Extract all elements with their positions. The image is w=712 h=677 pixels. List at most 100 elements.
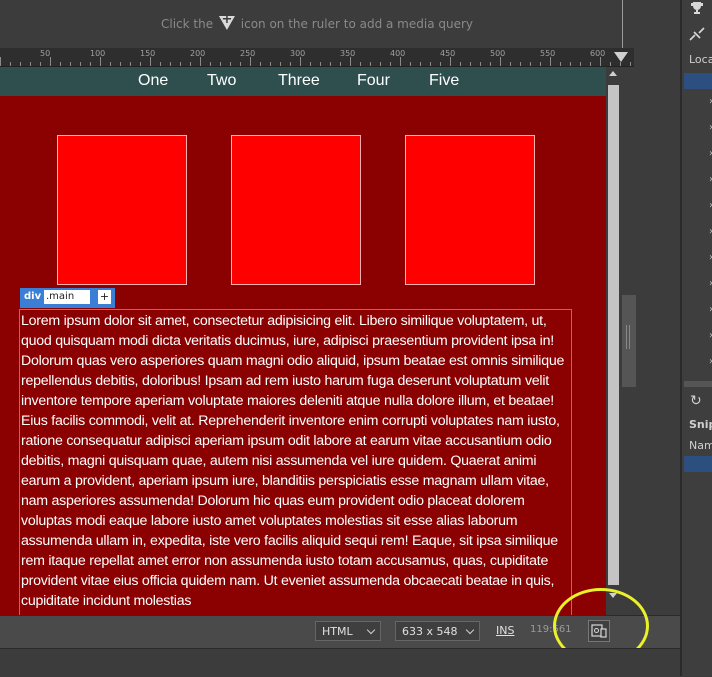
nav-item-one[interactable]: One — [138, 72, 168, 90]
selected-snippet-row[interactable] — [684, 456, 712, 472]
ruler-tick — [630, 62, 631, 66]
ruler-tick — [230, 62, 231, 66]
viewport-width-line — [622, 0, 623, 48]
ruler-label: 100 — [90, 49, 106, 58]
ruler-label: 300 — [290, 49, 306, 58]
ruler-tick — [160, 62, 161, 66]
ruler-tick — [270, 62, 271, 66]
ruler-tick — [110, 62, 111, 66]
main-paragraph[interactable]: Lorem ipsum dolor sit amet, consectetur … — [21, 311, 573, 611]
red-box-3[interactable] — [405, 135, 535, 285]
locations-label: Loca — [689, 53, 712, 66]
insert-mode-indicator[interactable]: INS — [496, 624, 514, 637]
ruler-tick — [70, 62, 71, 66]
design-vertical-scrollbar[interactable] — [606, 67, 621, 615]
ruler-tick — [440, 62, 441, 66]
ruler-tick — [400, 57, 401, 66]
media-query-hint: Click the icon on the ruler to add a med… — [0, 16, 634, 31]
document-type-value: HTML — [322, 625, 353, 638]
disconnect-icon[interactable] — [688, 26, 706, 42]
ruler-tick — [570, 62, 571, 66]
ruler-tick — [330, 62, 331, 66]
ruler-tick — [280, 62, 281, 66]
ruler-tick — [340, 62, 341, 66]
chevron-down-icon — [465, 625, 475, 635]
ruler-tick — [240, 62, 241, 66]
ruler-tick — [140, 62, 141, 66]
panel-scrollbar[interactable] — [684, 381, 712, 387]
snippets-label[interactable]: Snipp — [689, 418, 712, 431]
add-media-query-icon — [218, 16, 235, 30]
ruler-label: 50 — [40, 49, 51, 58]
ruler-tick — [310, 62, 311, 66]
ruler-label: 600 — [590, 49, 606, 58]
hint-text-end: icon on the ruler to add a media query — [240, 17, 473, 31]
ruler-tick — [410, 62, 411, 66]
ruler-tick — [20, 62, 21, 66]
nav-item-three[interactable]: Three — [278, 72, 320, 90]
ruler-tick — [620, 62, 621, 66]
ruler-tick — [560, 62, 561, 66]
ruler-tick — [610, 62, 611, 66]
selected-location-row[interactable] — [684, 73, 712, 89]
hint-text-start: Click the — [161, 17, 214, 31]
nav-item-two[interactable]: Two — [207, 72, 236, 90]
ruler-tick — [260, 62, 261, 66]
ruler-tick — [10, 62, 11, 66]
ruler-tick — [200, 57, 201, 66]
ruler-tick — [520, 62, 521, 66]
grip-icon — [626, 325, 627, 349]
ruler-tick — [450, 57, 451, 66]
ruler-tick — [550, 57, 551, 66]
chevron-down-icon — [366, 625, 376, 635]
ruler-tick — [50, 57, 51, 66]
ruler-tick — [290, 62, 291, 66]
ruler-tick — [210, 62, 211, 66]
ruler-tick — [30, 62, 31, 66]
ruler-tick — [480, 62, 481, 66]
ruler-label: 550 — [540, 49, 556, 58]
add-class-button[interactable]: + — [98, 290, 111, 304]
ruler-tick — [470, 62, 471, 66]
ruler-tick — [80, 62, 81, 66]
ruler-tick — [0, 57, 1, 66]
scroll-up-arrow-icon[interactable] — [609, 71, 617, 76]
red-box-1[interactable] — [57, 135, 187, 285]
right-panel: Loca › › › › › › › › › › › ↻ Snipp Nam — [680, 0, 712, 676]
scroll-thumb[interactable] — [608, 85, 619, 585]
ruler-tick — [90, 62, 91, 66]
splitter-handle[interactable] — [622, 295, 636, 387]
ruler[interactable]: 50 100 150 200 250 300 350 400 450 500 550 600 — [0, 48, 634, 67]
ruler-tick — [590, 62, 591, 66]
ruler-tick — [530, 62, 531, 66]
bottom-panel-strip — [0, 648, 680, 677]
page-nav: One Two Three Four Five — [0, 67, 606, 96]
ruler-width-marker-icon[interactable] — [614, 52, 628, 62]
ruler-tick — [220, 62, 221, 66]
element-tag-label: div — [24, 291, 42, 302]
window-size-dropdown[interactable]: 633 x 548 — [395, 621, 480, 641]
ruler-label: 450 — [440, 49, 456, 58]
class-name-field[interactable]: .main — [44, 290, 90, 304]
ruler-tick — [40, 62, 41, 66]
ruler-tick — [180, 62, 181, 66]
trophy-icon[interactable] — [689, 0, 705, 16]
design-view[interactable]: One Two Three Four Five Lorem ipsum dolo… — [0, 67, 606, 615]
ruler-label: 150 — [140, 49, 156, 58]
element-selector-tag[interactable]: div .main + — [20, 288, 115, 308]
ruler-tick — [100, 57, 101, 66]
ruler-tick — [420, 62, 421, 66]
red-box-2[interactable] — [231, 135, 361, 285]
ruler-tick — [250, 57, 251, 66]
refresh-icon[interactable]: ↻ — [690, 393, 702, 409]
ruler-label: 350 — [340, 49, 356, 58]
ruler-tick — [540, 62, 541, 66]
ruler-tick — [150, 57, 151, 66]
ruler-tick — [120, 62, 121, 66]
ruler-tick — [170, 62, 171, 66]
nav-item-four[interactable]: Four — [357, 72, 390, 90]
document-type-dropdown[interactable]: HTML — [315, 621, 381, 641]
ruler-tick — [190, 62, 191, 66]
nav-item-five[interactable]: Five — [429, 72, 459, 90]
ruler-tick — [510, 62, 511, 66]
